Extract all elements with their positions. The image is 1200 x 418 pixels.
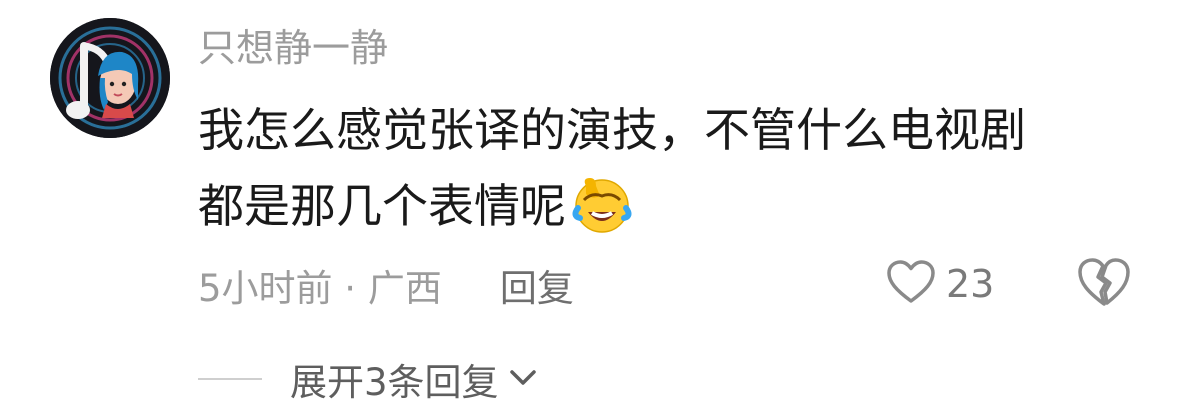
divider	[198, 378, 262, 380]
like-count: 23	[946, 262, 995, 306]
broken-heart-icon	[1076, 258, 1132, 312]
avatar[interactable]	[50, 18, 170, 138]
heart-icon	[886, 259, 936, 309]
expand-replies[interactable]: 展开3条回复	[198, 350, 539, 408]
comment-meta: 5小时前 · 广西 回复	[198, 256, 574, 314]
comment-text-line-2-text: 都是那几个表情呢	[198, 179, 566, 233]
rolling-on-floor-laughing-emoji-icon	[570, 172, 634, 236]
comment-text-line-1: 我怎么感觉张译的演技，不管什么电视剧	[198, 103, 1026, 157]
comment-text-line-2: 都是那几个表情呢	[198, 168, 1158, 244]
like-button[interactable]: 23	[886, 253, 994, 315]
dislike-button[interactable]	[1076, 256, 1132, 312]
username[interactable]: 只想静一静	[198, 22, 388, 74]
chevron-down-icon	[507, 365, 539, 393]
comment-text: 我怎么感觉张译的演技，不管什么电视剧 都是那几个表情呢	[198, 92, 1158, 244]
expand-replies-label[interactable]: 展开3条回复	[290, 352, 499, 406]
comment-item: 只想静一静 我怎么感觉张译的演技，不管什么电视剧 都是那几个表情呢 5小时前 ·…	[0, 0, 1200, 418]
reply-button[interactable]: 回复	[500, 258, 574, 312]
avatar-image	[50, 18, 170, 138]
time-location: 5小时前 · 广西	[198, 267, 442, 310]
